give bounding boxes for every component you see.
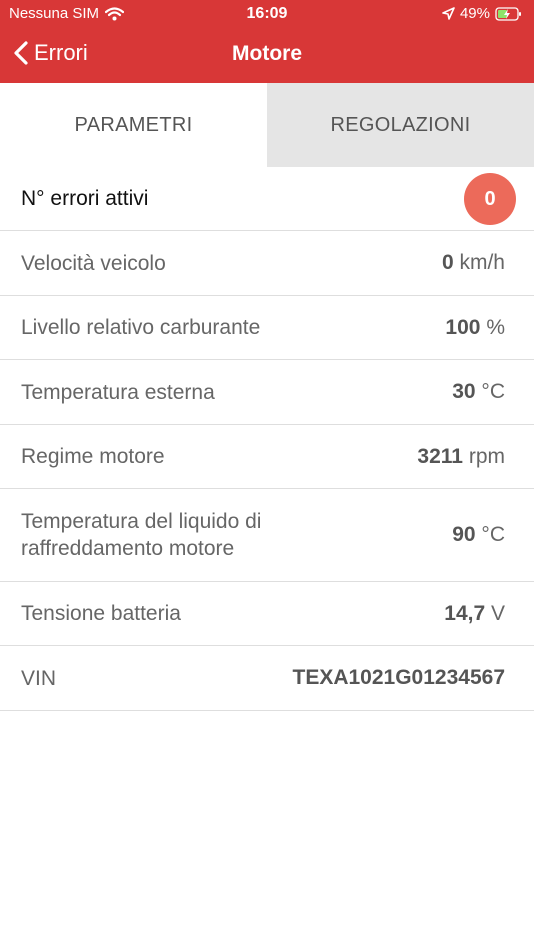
navigation-bar: Errori Motore	[0, 28, 534, 83]
param-number: 14,7	[444, 601, 486, 625]
param-label: Velocità veicolo	[21, 251, 166, 275]
page-title: Motore	[232, 42, 302, 65]
tab-parametri[interactable]: PARAMETRI	[0, 83, 267, 167]
list-item: Livello relativo carburante 100 %	[0, 296, 534, 360]
list-item: VIN TEXA1021G01234567	[0, 646, 534, 711]
param-number: 90	[452, 523, 476, 546]
param-label: Temperatura esterna	[21, 380, 215, 404]
param-label: Regime motore	[21, 445, 165, 468]
param-unit: V	[490, 601, 505, 625]
list-item: Regime motore 3211 rpm	[0, 425, 534, 489]
tab-regolazioni[interactable]: REGOLAZIONI	[267, 83, 534, 167]
list-item: Tensione batteria 14,7 V	[0, 582, 534, 646]
tab-bar: PARAMETRI REGOLAZIONI	[0, 83, 534, 167]
list-item: Velocità veicolo 0 km/h	[0, 231, 534, 296]
param-number: TEXA1021G01234567	[292, 666, 506, 689]
list-item: Temperatura del liquido di raffreddament…	[0, 489, 534, 582]
status-bar: Nessuna SIM 16:09 49%	[0, 0, 534, 28]
param-label: VIN	[21, 666, 57, 690]
param-number: 100	[445, 315, 481, 339]
param-value: 3211 rpm	[417, 445, 505, 469]
param-number: 3211	[417, 444, 463, 468]
error-count-badge: 0	[464, 173, 516, 225]
battery-charging-icon	[495, 6, 522, 21]
status-right: 49%	[442, 5, 522, 22]
active-errors-row[interactable]: N° errori attivi 0	[0, 167, 534, 231]
active-errors-label: N° errori attivi	[21, 187, 149, 210]
parameters-list: N° errori attivi 0 Velocità veicolo 0 km…	[0, 167, 534, 711]
param-unit: km/h	[459, 251, 505, 274]
list-item: Temperatura esterna 30 °C	[0, 360, 534, 425]
param-unit: %	[486, 315, 505, 339]
param-value: 14,7 V	[444, 602, 505, 626]
param-value: TEXA1021G01234567	[293, 666, 506, 690]
param-value: 100 %	[445, 316, 505, 340]
param-value: 0 km/h	[442, 251, 505, 275]
app-header: Nessuna SIM 16:09 49% Errori Motore	[0, 0, 534, 83]
param-label: Livello relativo carburante	[21, 316, 261, 339]
param-value: 30 °C	[452, 380, 505, 404]
param-label: Tensione batteria	[21, 602, 181, 625]
param-unit: °C	[481, 380, 505, 403]
param-number: 30	[452, 380, 476, 403]
battery-percentage: 49%	[459, 5, 490, 22]
param-value: 90 °C	[452, 523, 505, 547]
param-unit: °C	[481, 523, 505, 546]
param-number: 0	[441, 251, 454, 274]
param-label: Temperatura del liquido di raffreddament…	[21, 510, 262, 560]
location-arrow-icon	[442, 7, 455, 20]
param-unit: rpm	[468, 444, 505, 468]
